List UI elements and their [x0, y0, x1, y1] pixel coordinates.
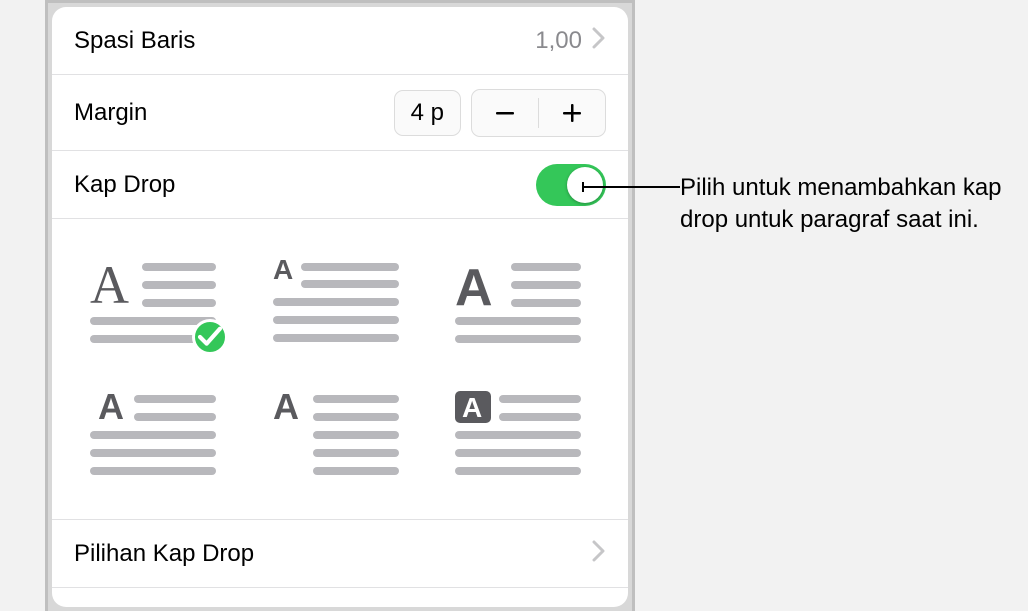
drop-cap-row: Kap Drop	[52, 151, 628, 219]
margin-controls: 4 p	[394, 89, 606, 137]
drop-cap-style-3[interactable]: A	[455, 257, 581, 343]
svg-text:A: A	[90, 257, 129, 315]
line-spacing-row[interactable]: Spasi Baris 1,00	[52, 7, 628, 75]
drop-cap-style-5[interactable]: A	[273, 391, 399, 477]
settings-panel-frame: Spasi Baris 1,00 Margin 4 p	[45, 0, 635, 611]
line-spacing-value: 1,00	[535, 27, 582, 55]
drop-cap-label: Kap Drop	[74, 171, 175, 199]
drop-cap-options-label: Pilihan Kap Drop	[74, 540, 254, 568]
toggle-knob	[567, 167, 603, 203]
svg-text:A: A	[462, 392, 482, 423]
drop-cap-style-2[interactable]: A	[273, 257, 399, 343]
margin-plus-button[interactable]	[539, 90, 605, 136]
callout-text: Pilih untuk menambahkan kap drop untuk p…	[680, 172, 1010, 237]
drop-cap-toggle[interactable]	[536, 164, 606, 206]
svg-text:A: A	[273, 391, 299, 427]
checkmark-icon	[192, 319, 228, 355]
drop-cap-options-row[interactable]: Pilihan Kap Drop	[52, 520, 628, 588]
chevron-right-icon	[592, 27, 606, 54]
drop-cap-style-1[interactable]: A	[90, 257, 216, 343]
drop-cap-style-4[interactable]: A	[90, 391, 216, 477]
callout-leader-line	[582, 186, 680, 188]
drop-cap-styles-grid: A A	[52, 219, 628, 520]
settings-panel: Spasi Baris 1,00 Margin 4 p	[52, 7, 628, 607]
svg-text:A: A	[98, 391, 124, 427]
svg-text:A: A	[273, 257, 293, 285]
line-spacing-value-wrap: 1,00	[535, 27, 606, 55]
margin-value-field[interactable]: 4 p	[394, 90, 461, 136]
chevron-right-icon	[592, 540, 606, 567]
line-spacing-label: Spasi Baris	[74, 27, 195, 55]
drop-cap-style-6[interactable]: A	[455, 391, 581, 477]
margin-minus-button[interactable]	[472, 90, 538, 136]
margin-stepper	[471, 89, 606, 137]
margin-row: Margin 4 p	[52, 75, 628, 151]
margin-label: Margin	[74, 99, 147, 127]
svg-text:A: A	[455, 259, 493, 317]
